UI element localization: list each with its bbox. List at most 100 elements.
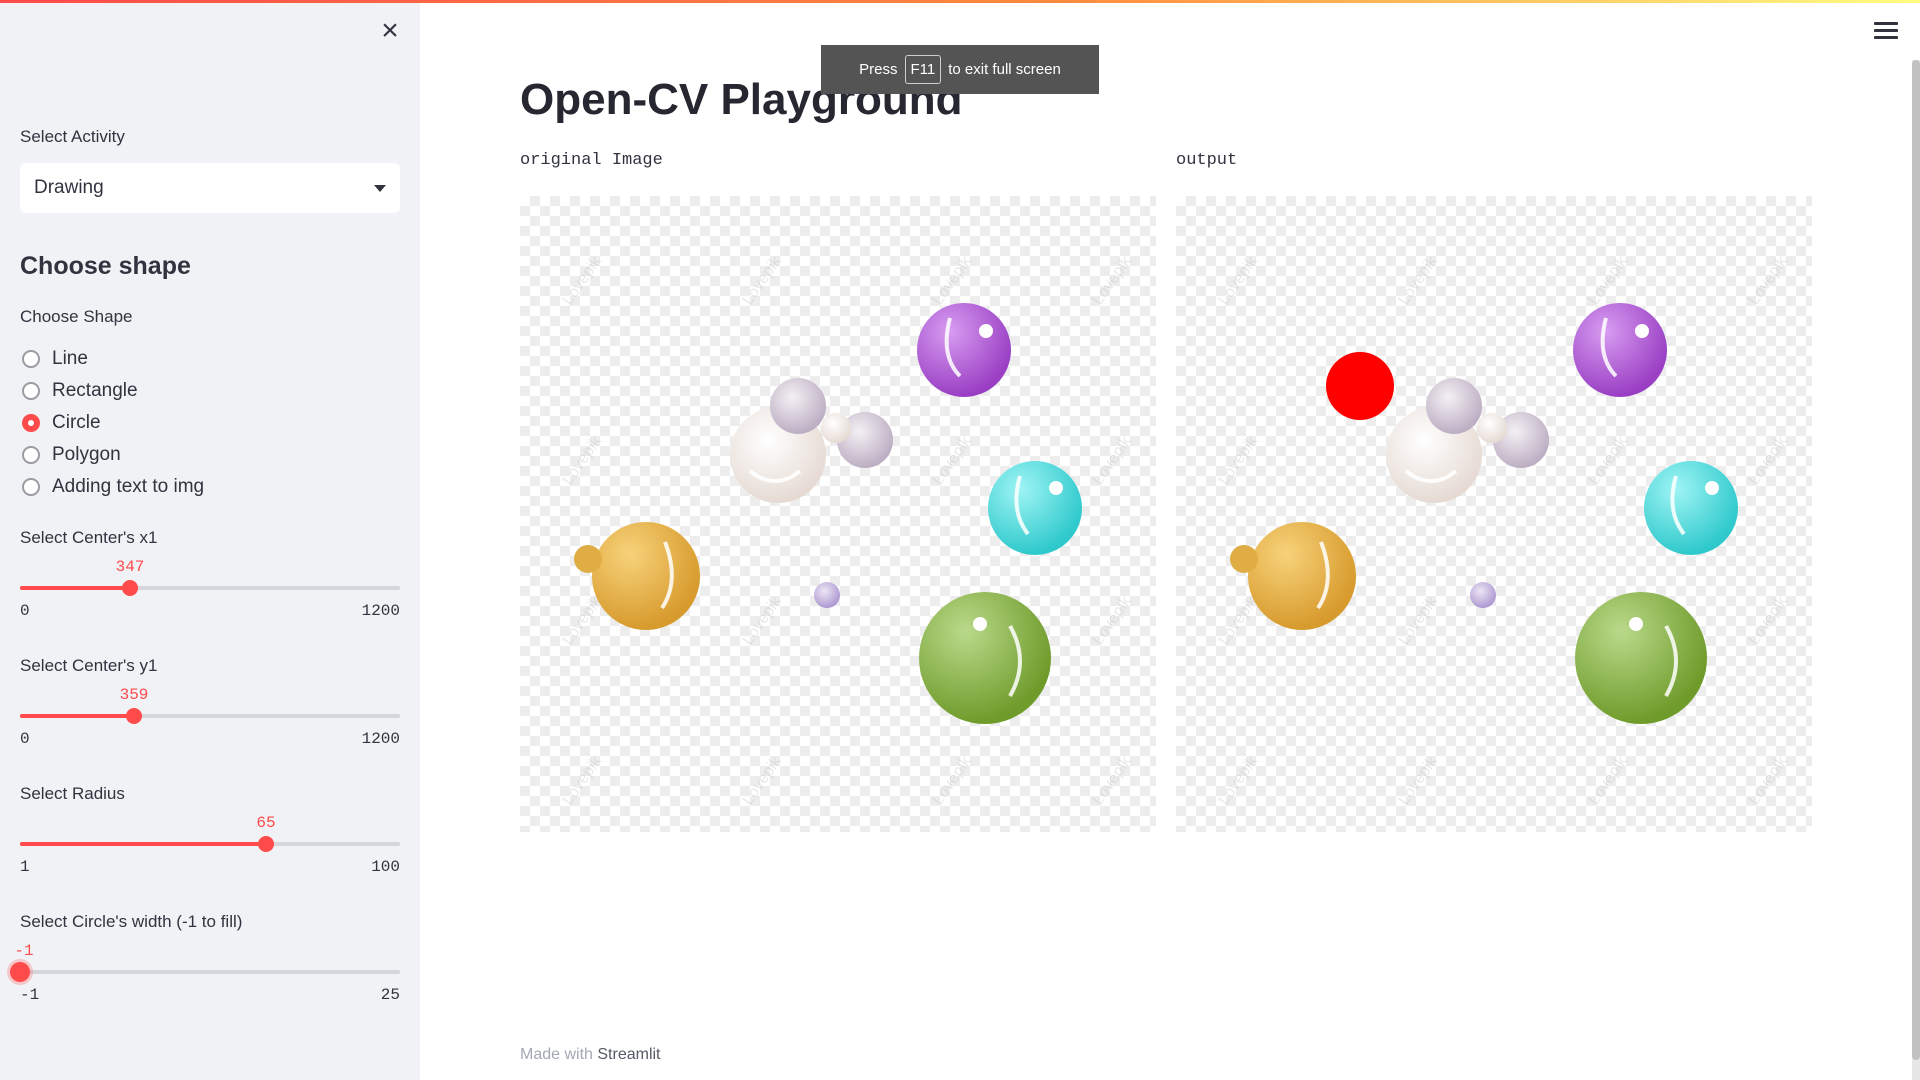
svg-text:Lovepik: Lovepik [1215,433,1261,489]
radio-polygon[interactable]: Polygon [22,444,121,466]
slider-min: 0 [20,730,30,748]
slider-value: 347 [115,558,145,576]
svg-text:Lovepik: Lovepik [929,753,975,809]
radio-button-icon[interactable] [22,478,40,496]
original-image: Lovepik Lovepik Lovepik Lovepik Lovepik … [520,196,1156,832]
slider-x1[interactable]: 347 0 1200 [20,558,400,638]
footer: Made with Streamlit [520,1046,661,1064]
svg-text:Lovepik: Lovepik [1745,753,1791,809]
slider-y1[interactable]: 359 0 1200 [20,686,400,766]
bubbles-output-image: Lovepik Lovepik Lovepik Lovepik Lovepik … [1215,253,1791,809]
radio-label: Rectangle [52,380,138,401]
slider-max: 100 [371,858,400,876]
radio-line[interactable]: Line [22,348,88,370]
radio-button-icon[interactable] [22,382,40,400]
svg-text:Lovepik: Lovepik [1585,253,1631,309]
slider-thumb[interactable] [122,580,138,596]
slider-value: 65 [256,814,276,832]
slider-track[interactable] [20,836,400,852]
shape-label: Choose Shape [20,307,133,326]
svg-text:Lovepik: Lovepik [1585,753,1631,809]
footer-prefix: Made with [520,1046,593,1063]
svg-text:Lovepik: Lovepik [929,253,975,309]
radio-label: Adding text to img [52,476,205,497]
toast-prefix: Press [859,61,898,78]
slider-track[interactable] [20,708,400,724]
svg-text:Lovepik: Lovepik [1745,253,1791,309]
svg-text:Lovepik: Lovepik [559,753,605,809]
radio-label: Circle [52,412,101,433]
toast-suffix: to exit full screen [948,61,1061,78]
slider-min: 1 [20,858,30,876]
output-image: Lovepik Lovepik Lovepik Lovepik Lovepik … [1176,196,1812,832]
activity-select-value: Drawing [34,177,104,198]
drawn-red-circle [1326,352,1394,420]
slider-max: 1200 [361,602,400,620]
top-decoration-bar [0,0,1920,3]
slider-y1-label: Select Center's y1 [20,656,158,675]
toast-key: F11 [904,55,942,84]
fullscreen-toast: Press F11 to exit full screen [821,45,1099,94]
svg-text:Lovepik: Lovepik [1585,433,1631,489]
scrollbar-thumb[interactable] [1912,60,1920,1060]
radio-label: Line [52,348,88,369]
slider-thumb[interactable] [10,962,30,982]
scrollbar[interactable] [1912,60,1920,1080]
section-title: Choose shape [20,252,191,280]
radio-label: Polygon [52,444,121,465]
slider-radius[interactable]: 65 1 100 [20,814,400,894]
hamburger-menu-icon[interactable] [1874,22,1898,42]
svg-text:Lovepik: Lovepik [739,253,785,309]
footer-brand-link[interactable]: Streamlit [597,1046,660,1063]
svg-text:Lovepik: Lovepik [1395,253,1441,309]
svg-text:Lovepik: Lovepik [1089,253,1135,309]
svg-text:Lovepik: Lovepik [929,433,975,489]
slider-value: 359 [119,686,149,704]
svg-text:Lovepik: Lovepik [1215,753,1261,809]
slider-value: -1 [14,942,34,960]
slider-thumb[interactable] [126,708,142,724]
close-icon[interactable]: × [374,16,406,48]
slider-track[interactable] [10,962,400,982]
svg-text:Lovepik: Lovepik [739,593,785,649]
activity-label: Select Activity [20,127,125,146]
svg-text:Lovepik: Lovepik [1089,433,1135,489]
activity-select[interactable]: Drawing [20,163,400,213]
svg-text:Lovepik: Lovepik [1395,753,1441,809]
chevron-down-icon [374,184,386,192]
svg-text:Lovepik: Lovepik [1089,593,1135,649]
radio-button-checked-icon[interactable] [22,414,40,432]
svg-text:Lovepik: Lovepik [1745,593,1791,649]
radio-button-icon[interactable] [22,350,40,368]
svg-text:Lovepik: Lovepik [739,753,785,809]
slider-fill [20,842,266,846]
sidebar: × Select Activity Drawing Choose shape C… [0,0,420,1080]
bubbles-image: Lovepik Lovepik Lovepik Lovepik Lovepik … [559,253,1135,809]
slider-width-label: Select Circle's width (-1 to fill) [20,912,243,931]
radio-button-icon[interactable] [22,446,40,464]
svg-text:Lovepik: Lovepik [559,433,605,489]
slider-min: -1 [20,986,40,1004]
slider-fill [20,714,134,718]
slider-width[interactable]: -1 -1 25 [10,942,400,1022]
slider-min: 0 [20,602,30,620]
menu-line [1874,29,1898,32]
menu-line [1874,22,1898,25]
slider-x1-label: Select Center's x1 [20,528,158,547]
svg-text:Lovepik: Lovepik [1215,253,1261,309]
radio-circle[interactable]: Circle [22,412,101,434]
slider-radius-label: Select Radius [20,784,125,803]
slider-max: 25 [380,986,400,1004]
output-image-caption: output [1176,151,1238,170]
slider-max: 1200 [361,730,400,748]
slider-thumb[interactable] [258,836,274,852]
svg-text:Lovepik: Lovepik [1395,593,1441,649]
menu-line [1874,36,1898,39]
svg-text:Lovepik: Lovepik [559,253,605,309]
original-image-caption: original Image [520,151,663,170]
slider-track[interactable] [20,580,400,596]
slider-fill [20,586,130,590]
radio-rectangle[interactable]: Rectangle [22,380,138,402]
radio-adding-text[interactable]: Adding text to img [22,476,204,498]
svg-text:Lovepik: Lovepik [1089,753,1135,809]
